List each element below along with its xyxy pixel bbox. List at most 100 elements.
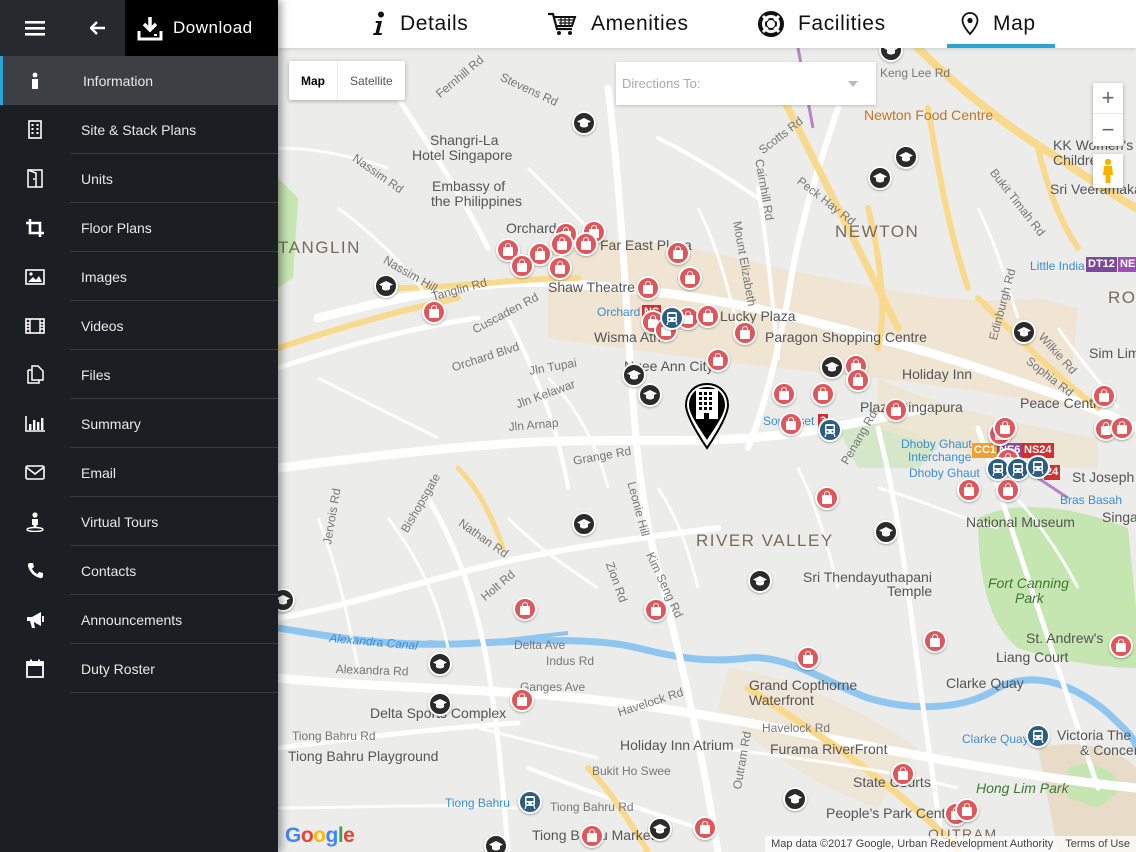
shopping-pin[interactable]	[846, 368, 870, 392]
shopping-pin[interactable]	[923, 629, 947, 653]
map-view[interactable]: NEWTON TANGLIN RIVER VALLEY RO Shangri-L…	[278, 48, 1136, 852]
shopping-pin[interactable]	[644, 598, 668, 622]
shopping-pin[interactable]	[580, 824, 604, 848]
sidebar-item-information[interactable]: Information	[0, 56, 278, 105]
graduation-cap-icon	[577, 519, 591, 529]
sidebar-item-videos[interactable]: Videos	[0, 301, 278, 350]
shopping-pin[interactable]	[696, 304, 720, 328]
shopping-pin[interactable]	[678, 266, 702, 290]
shopping-pin[interactable]	[666, 241, 690, 265]
tab-facilities[interactable]: Facilities	[758, 0, 886, 48]
shopping-pin[interactable]	[779, 412, 803, 436]
shopping-pin[interactable]	[422, 300, 446, 324]
shopping-pin[interactable]	[733, 321, 757, 345]
map-type-satellite-button[interactable]: Satellite	[337, 61, 405, 100]
school-pin[interactable]	[572, 512, 596, 536]
school-pin[interactable]	[874, 520, 898, 544]
shopping-pin[interactable]	[510, 688, 534, 712]
sidebar-item-units[interactable]: Units	[0, 154, 278, 203]
shopping-pin[interactable]	[636, 276, 660, 300]
transit-pin[interactable]	[1026, 724, 1050, 748]
place-label: Paragon Shopping Centre	[765, 329, 927, 345]
terms-link[interactable]: Terms of Use	[1065, 838, 1130, 850]
tab-label: Amenities	[591, 12, 689, 35]
shopping-pin[interactable]	[1109, 634, 1133, 658]
tab-details[interactable]: Details	[372, 0, 468, 48]
map-type-control: Map Satellite	[289, 61, 405, 100]
school-pin[interactable]	[748, 569, 772, 593]
info-icon	[0, 72, 70, 90]
shopping-pin[interactable]	[706, 348, 730, 372]
back-button[interactable]	[70, 0, 125, 56]
place-label: Liang Court	[996, 649, 1069, 665]
school-pin[interactable]	[783, 787, 807, 811]
shopping-pin[interactable]	[996, 478, 1020, 502]
school-pin[interactable]	[1012, 320, 1036, 344]
transit-pin[interactable]	[1026, 455, 1050, 479]
shopping-pin[interactable]	[693, 816, 717, 840]
shopping-pin[interactable]	[772, 382, 796, 406]
shopping-bag-icon	[703, 308, 713, 322]
sidebar-item-summary[interactable]: Summary	[0, 399, 278, 448]
sidebar-item-announcements[interactable]: Announcements	[0, 595, 278, 644]
shopping-pin[interactable]	[993, 416, 1017, 440]
shopping-pin[interactable]	[815, 486, 839, 510]
street-view-pegman[interactable]	[1093, 154, 1123, 188]
menu-button[interactable]	[0, 0, 70, 56]
sidebar-item-label: Units	[81, 170, 113, 187]
sidebar-item-duty-roster[interactable]: Duty Roster	[0, 644, 278, 693]
shopping-pin[interactable]	[1110, 416, 1134, 440]
transit-pin[interactable]	[518, 790, 542, 814]
shopping-pin[interactable]	[510, 254, 534, 278]
zoom-in-button[interactable]: +	[1093, 83, 1123, 114]
school-pin[interactable]	[894, 145, 918, 169]
shopping-pin[interactable]	[574, 232, 598, 256]
school-pin[interactable]	[868, 166, 892, 190]
school-pin[interactable]	[484, 834, 508, 852]
shopping-pin[interactable]	[955, 798, 979, 822]
school-pin[interactable]	[374, 274, 398, 298]
shopping-pin[interactable]	[1092, 384, 1116, 408]
shopping-pin[interactable]	[513, 597, 537, 621]
shopping-pin[interactable]	[548, 256, 572, 280]
road-label: Delta Ave	[514, 638, 566, 652]
shopping-pin[interactable]	[796, 646, 820, 670]
property-marker[interactable]	[684, 382, 730, 455]
transit-pin[interactable]	[818, 418, 842, 442]
download-button[interactable]: Download	[125, 0, 278, 56]
graduation-cap-icon	[627, 370, 641, 380]
lifebuoy-icon	[758, 11, 784, 37]
school-pin[interactable]	[428, 652, 452, 676]
sidebar-item-site-stack-plans[interactable]: Site & Stack Plans	[0, 105, 278, 154]
map-type-map-button[interactable]: Map	[289, 61, 337, 100]
sidebar-item-virtual-tours[interactable]: Virtual Tours	[0, 497, 278, 546]
school-pin[interactable]	[820, 355, 844, 379]
tab-map[interactable]: Map	[947, 0, 1055, 48]
shopping-pin[interactable]	[957, 478, 981, 502]
shopping-pin[interactable]	[811, 382, 835, 406]
arrow-left-icon	[89, 21, 105, 35]
shopping-bag-icon	[891, 402, 901, 416]
shopping-pin[interactable]	[550, 232, 574, 256]
sidebar-item-contacts[interactable]: Contacts	[0, 546, 278, 595]
road-label: Tiong Bahru Rd	[292, 729, 376, 743]
place-label: Embassy of	[432, 178, 506, 194]
zoom-out-button[interactable]: −	[1093, 114, 1123, 145]
shopping-pin[interactable]	[884, 398, 908, 422]
sidebar-item-files[interactable]: Files	[0, 350, 278, 399]
shopping-bag-icon	[517, 258, 527, 272]
transit-pin[interactable]	[660, 306, 684, 330]
school-pin[interactable]	[622, 363, 646, 387]
place-label: Hong Lim Park	[976, 780, 1069, 796]
place-label: Sim Lim	[1089, 345, 1136, 361]
tab-amenities[interactable]: Amenities	[547, 0, 689, 48]
sidebar-item-images[interactable]: Images	[0, 252, 278, 301]
school-pin[interactable]	[638, 383, 662, 407]
directions-select[interactable]: Directions To:	[616, 62, 876, 105]
school-pin[interactable]	[428, 692, 452, 716]
school-pin[interactable]	[572, 111, 596, 135]
sidebar-item-floor-plans[interactable]: Floor Plans	[0, 203, 278, 252]
school-pin[interactable]	[648, 817, 672, 841]
shopping-pin[interactable]	[891, 762, 915, 786]
sidebar-item-email[interactable]: Email	[0, 448, 278, 497]
